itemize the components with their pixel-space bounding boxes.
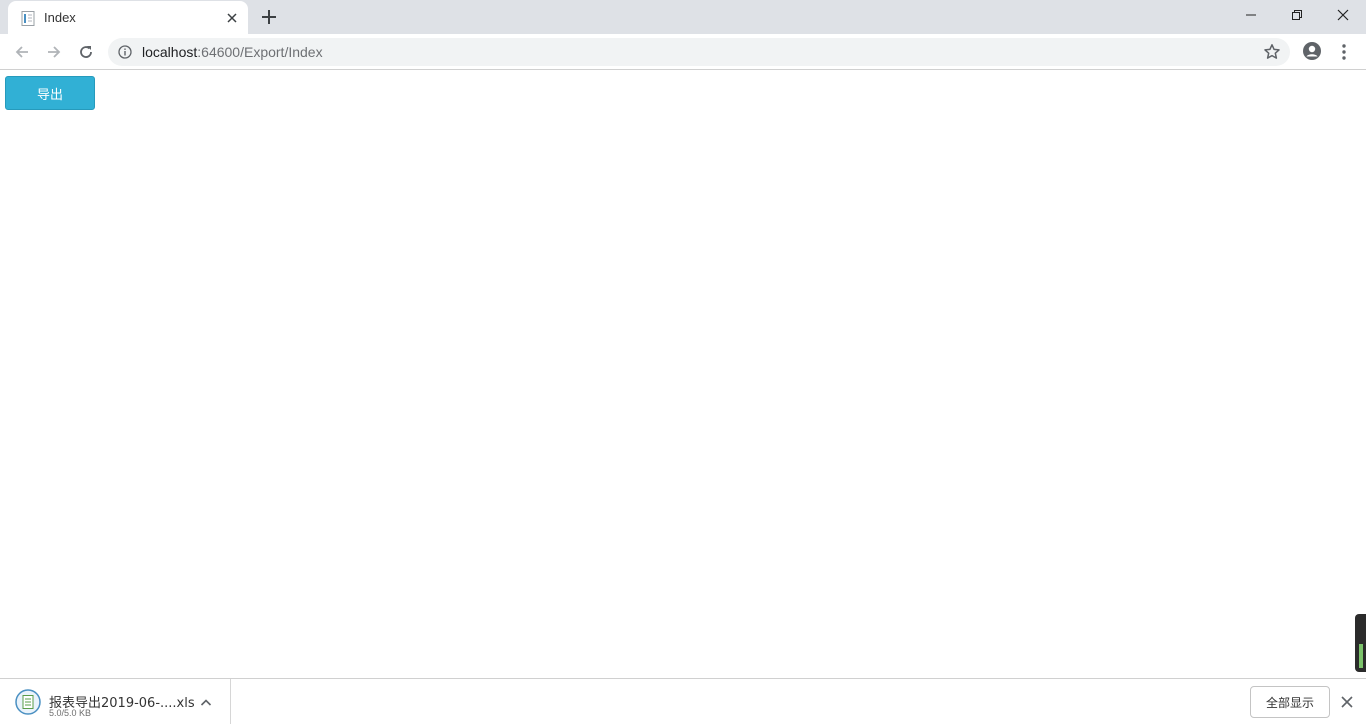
- arrow-left-icon: [15, 46, 28, 58]
- address-bar[interactable]: localhost:64600/Export/Index: [108, 38, 1290, 66]
- info-icon[interactable]: [118, 45, 132, 59]
- tab-title: Index: [44, 10, 76, 25]
- spreadsheet-file-icon: [15, 689, 41, 715]
- url-text[interactable]: localhost:64600/Export/Index: [142, 44, 323, 60]
- download-shelf: 报表导出2019-06-....xls 5.0/5.0 KB 全部显示: [0, 678, 1366, 724]
- export-button[interactable]: 导出: [5, 76, 95, 110]
- side-panel-handle[interactable]: [1355, 614, 1366, 672]
- forward-button[interactable]: [42, 40, 66, 64]
- tab-close-icon[interactable]: [224, 10, 240, 26]
- minimize-button[interactable]: [1228, 0, 1274, 30]
- star-icon[interactable]: [1263, 43, 1281, 61]
- tab-strip: Index: [0, 0, 1366, 34]
- page-content: 导出: [0, 71, 1366, 678]
- close-window-button[interactable]: [1320, 0, 1366, 30]
- back-button[interactable]: [10, 40, 34, 64]
- close-icon: [1337, 9, 1349, 21]
- kebab-menu-icon[interactable]: [1336, 42, 1352, 62]
- close-icon[interactable]: [1340, 695, 1354, 709]
- restore-icon: [1292, 10, 1302, 20]
- document-icon: [21, 11, 35, 26]
- browser-window: Index localhost:64600/Export/Index 导出 报表…: [0, 0, 1366, 724]
- url-host: localhost: [142, 44, 198, 60]
- url-path: :64600/Export/Index: [197, 44, 323, 60]
- show-all-button[interactable]: 全部显示: [1250, 686, 1330, 718]
- reload-button[interactable]: [74, 40, 98, 64]
- tab-index[interactable]: Index: [8, 1, 248, 34]
- browser-toolbar: localhost:64600/Export/Index: [0, 34, 1366, 70]
- minimize-icon: [1246, 14, 1256, 16]
- level-indicator: [1359, 644, 1363, 668]
- account-icon[interactable]: [1302, 41, 1322, 61]
- plus-icon[interactable]: [260, 8, 278, 26]
- reload-icon: [80, 46, 92, 58]
- arrow-right-icon: [48, 46, 61, 58]
- restore-button[interactable]: [1274, 0, 1320, 30]
- download-item[interactable]: 报表导出2019-06-....xls 5.0/5.0 KB: [0, 679, 231, 724]
- download-status: 5.0/5.0 KB: [49, 708, 92, 718]
- chevron-up-icon[interactable]: [199, 696, 213, 710]
